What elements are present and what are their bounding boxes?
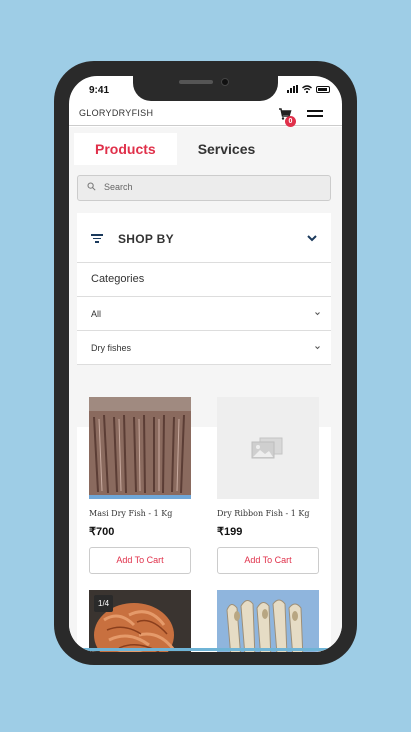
filter-icon	[91, 234, 103, 243]
product-price: ₹199	[217, 526, 243, 538]
select-value-all: All	[91, 309, 102, 319]
search-input[interactable]	[104, 182, 314, 192]
tab-bar: Products Services	[74, 133, 276, 165]
product-image[interactable]	[217, 590, 319, 652]
cart-badge: 0	[285, 116, 296, 127]
camera	[221, 78, 229, 86]
main-content: Products Services SHOP BY Categories	[69, 127, 342, 652]
add-to-cart-button[interactable]: Add To Cart	[89, 547, 191, 574]
battery-icon	[316, 85, 330, 93]
product-card: 1/4	[89, 590, 193, 652]
status-icons	[287, 85, 330, 93]
product-name[interactable]: Masi Dry Fish - 1 Kg	[89, 509, 172, 518]
phone-screen: 9:41 GLORYDRYFISH 0 Products Services Se…	[69, 76, 342, 652]
product-image[interactable]	[89, 397, 191, 499]
screen-bottom-edge	[69, 648, 342, 651]
category-select-dry-fishes[interactable]: Dry fishes	[77, 331, 331, 365]
product-price: ₹700	[89, 526, 115, 538]
product-card: Masi Dry Fish - 1 Kg ₹700 Add To Cart	[89, 397, 193, 574]
chevron-down-icon	[315, 312, 320, 316]
search-bar	[77, 175, 331, 201]
product-card: Dry Ribbon Fish - 1 Kg ₹199 Add To Cart	[217, 397, 321, 574]
shop-by-label: SHOP BY	[118, 232, 174, 246]
image-placeholder[interactable]	[217, 397, 319, 499]
hamburger-menu-icon[interactable]	[307, 110, 323, 120]
shop-by-header[interactable]: SHOP BY	[77, 213, 331, 263]
product-grid: Masi Dry Fish - 1 Kg ₹700 Add To Cart Dr…	[77, 397, 331, 652]
chevron-down-icon[interactable]	[306, 232, 318, 244]
tab-services[interactable]: Services	[177, 133, 277, 165]
brand-logo[interactable]: GLORYDRYFISH	[79, 108, 153, 118]
search-icon	[87, 182, 96, 191]
category-select-all[interactable]: All	[77, 297, 331, 331]
image-placeholder-icon	[251, 437, 283, 459]
wifi-icon	[302, 85, 312, 93]
product-card	[217, 590, 321, 652]
tab-products[interactable]: Products	[74, 133, 177, 165]
image-counter: 1/4	[94, 595, 114, 612]
status-time: 9:41	[89, 85, 110, 96]
categories-heading-row: Categories	[77, 263, 331, 297]
product-name[interactable]: Dry Ribbon Fish - 1 Kg	[217, 509, 310, 518]
categories-label: Categories	[91, 273, 145, 285]
notch	[133, 76, 278, 101]
chevron-down-icon	[315, 346, 320, 350]
select-value-dry-fishes: Dry fishes	[91, 343, 132, 353]
filter-panel: SHOP BY Categories All Dry fishes	[77, 213, 331, 365]
app-header: GLORYDRYFISH 0	[69, 104, 342, 127]
add-to-cart-button[interactable]: Add To Cart	[217, 547, 319, 574]
signal-icon	[287, 85, 298, 93]
speaker	[179, 80, 213, 84]
